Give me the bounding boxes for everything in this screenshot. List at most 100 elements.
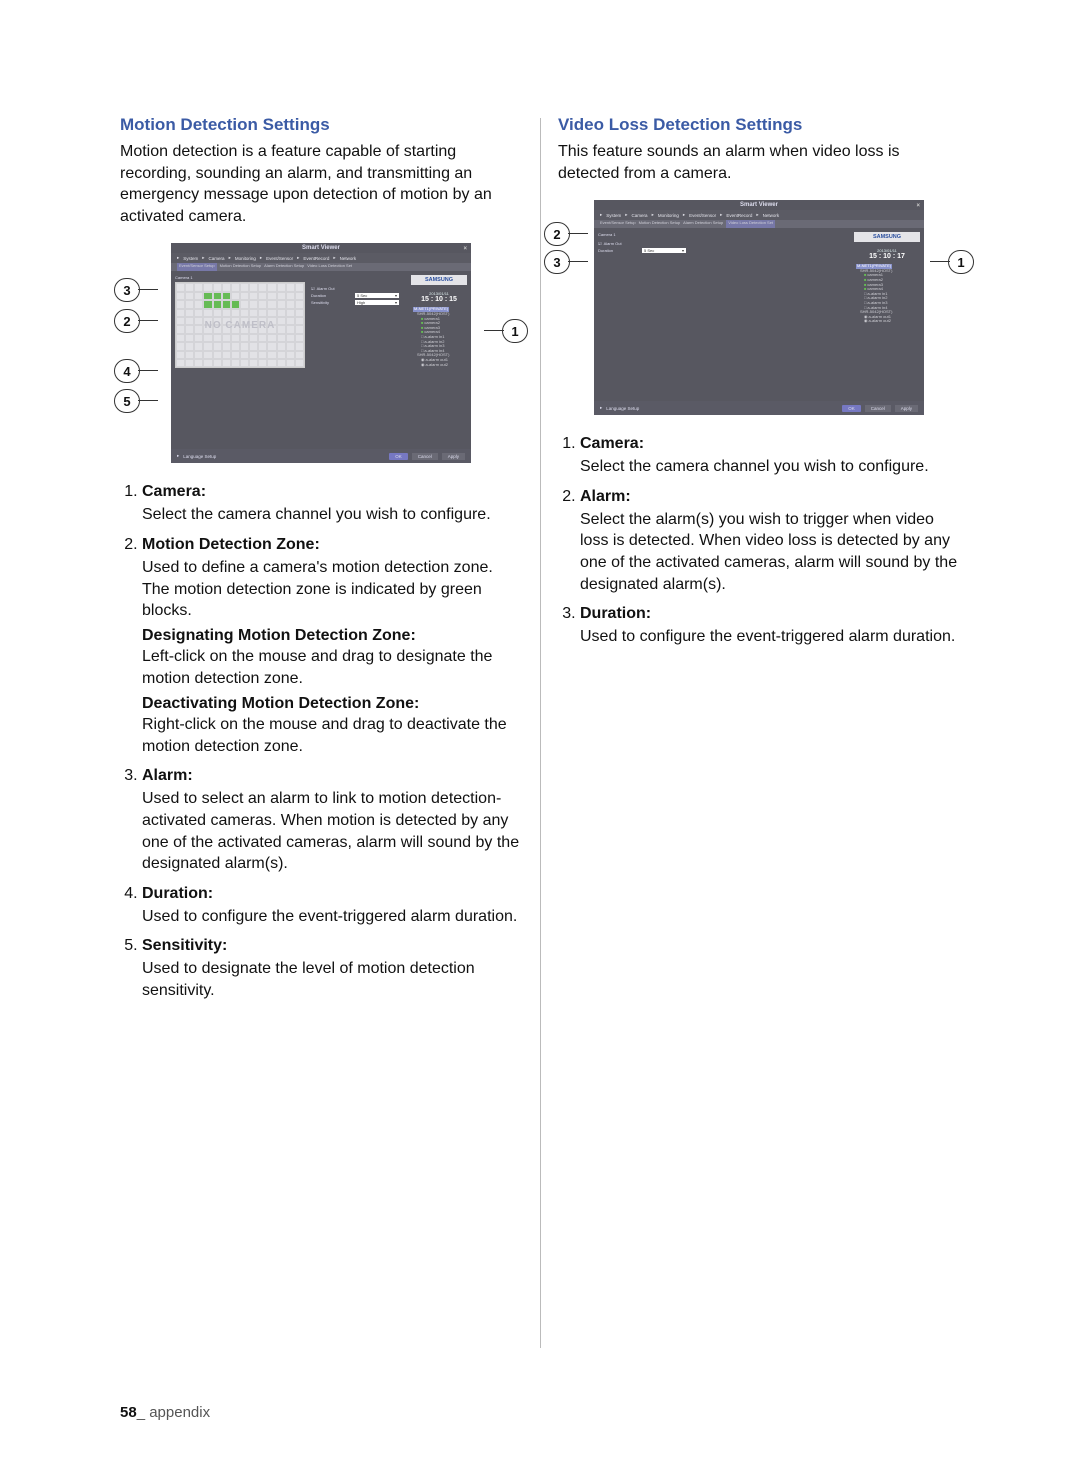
close-icon[interactable]: ×	[463, 244, 467, 254]
apply-button[interactable]: Apply	[442, 453, 465, 460]
duration-label: Duration	[311, 293, 351, 298]
tab-monitoring[interactable]: Monitoring	[235, 256, 256, 261]
def-camera: Camera Select the camera channel you wis…	[142, 483, 522, 526]
deactivating-zone-term: Deactivating Motion Detection Zone	[142, 693, 522, 715]
camera-label: Camera 1	[175, 275, 403, 280]
tab-system[interactable]: System	[183, 256, 198, 261]
sv-title-r: Smart Viewer	[740, 202, 778, 208]
def-camera-r: Camera Select the camera channel you wis…	[580, 435, 960, 478]
tab-network-r[interactable]: Network	[763, 213, 780, 218]
callout-2-right: 2	[544, 222, 570, 246]
callout-3-line	[138, 289, 158, 290]
videoloss-definitions-list: Camera Select the camera channel you wis…	[558, 435, 960, 648]
ok-button-r[interactable]: OK	[842, 405, 861, 412]
sv-footer-r: ▸ Language Setup OK Cancel Apply	[594, 401, 924, 415]
subtab-motion-r[interactable]: Motion Detection Setup	[639, 220, 681, 228]
callout-3-right: 3	[544, 250, 570, 274]
def-alarm: Alarm Used to select an alarm to link to…	[142, 767, 522, 874]
ok-button[interactable]: OK	[389, 453, 408, 460]
alarmout-checkbox[interactable]: Alarm Out	[311, 286, 351, 291]
tab-eventrecord-r[interactable]: EventRecord	[726, 213, 752, 218]
page-number: 58	[120, 1404, 137, 1421]
subtab-eventsensor-r[interactable]: Event/Sensor Setup	[600, 220, 636, 228]
callout-2-right-line	[568, 233, 588, 234]
sv-sub-tabs-r[interactable]: Event/Sensor Setup Motion Detection Setu…	[594, 220, 924, 228]
sv-body-r: Camera 1 Alarm Out Duration5 Sec▾ SAMSUN…	[594, 228, 924, 401]
callout-4: 4	[114, 359, 140, 383]
callout-5: 5	[114, 389, 140, 413]
device-tree[interactable]: M-NET1(PRIVATE) SHR-5042(HOST) camera1 c…	[411, 307, 467, 367]
sv-main-panel: Camera 1 /*placeholder*/	[171, 271, 407, 449]
video-loss-title: Video Loss Detection Settings	[558, 115, 960, 135]
sv-titlebar-r: Smart Viewer ×	[594, 200, 924, 210]
duration-select-r[interactable]: 5 Sec▾	[642, 248, 686, 253]
right-column: Video Loss Detection Settings This featu…	[558, 115, 960, 1011]
cancel-button[interactable]: Cancel	[412, 453, 438, 460]
video-loss-intro: This feature sounds an alarm when video …	[558, 141, 960, 184]
right-screenshot-wrapper: 2 3 1 Smart Viewer × ▸System ▸Camera ▸Mo…	[558, 200, 960, 415]
subtab-alarm-r[interactable]: Alarm Detection Setup	[683, 220, 723, 228]
tab-camera[interactable]: Camera	[209, 256, 225, 261]
left-column: Motion Detection Settings Motion detecti…	[120, 115, 522, 1011]
callout-1: 1	[502, 319, 528, 343]
sv-sub-tabs[interactable]: Event/Sensor Setup Motion Detection Setu…	[171, 263, 471, 271]
deactivating-zone-body: Right-click on the mouse and drag to dea…	[142, 716, 507, 755]
callout-1-right-line	[930, 261, 950, 262]
callout-3: 3	[114, 278, 140, 302]
sv-main-tabs-r[interactable]: ▸System ▸Camera ▸Monitoring ▸Event/Senso…	[594, 210, 924, 220]
apply-button-r[interactable]: Apply	[895, 405, 918, 412]
column-divider	[540, 118, 541, 1348]
camera-label-r: Camera 1	[598, 232, 846, 237]
tab-network[interactable]: Network	[340, 256, 357, 261]
samsung-logo-r: SAMSUNG	[854, 232, 920, 242]
tab-eventrecord[interactable]: EventRecord	[303, 256, 329, 261]
smart-viewer-screenshot-left: Smart Viewer × ▸ System ▸ Camera ▸ Monit…	[171, 243, 471, 463]
motion-definitions-list: Camera Select the camera channel you wis…	[120, 483, 522, 1001]
callout-5-line	[138, 400, 158, 401]
sv-main-tabs[interactable]: ▸ System ▸ Camera ▸ Monitoring ▸ Event/S…	[171, 253, 471, 263]
designating-zone-term: Designating Motion Detection Zone	[142, 625, 522, 647]
duration-select[interactable]: 5 Sec▾	[355, 293, 399, 298]
sv-sidebar: SAMSUNG 2013/01/11 15 : 10 : 15 M-NET1(P…	[407, 271, 471, 449]
sv-body: Camera 1 /*placeholder*/	[171, 271, 471, 449]
tab-system-r[interactable]: System	[606, 213, 621, 218]
tree-alarmout: a-alarm out2	[413, 363, 467, 368]
tree-alarmout: a-alarm out2	[856, 319, 920, 324]
sv-footer: ▸ Language Setup OK Cancel Apply	[171, 449, 471, 463]
subtab-motion[interactable]: Motion Detection Setup	[220, 263, 262, 271]
tab-eventsensor[interactable]: Event/Sensor	[266, 256, 293, 261]
sv-sidebar-r: SAMSUNG 2013/01/11 15 : 10 : 17 M-NET1(P…	[850, 228, 924, 401]
def-duration-r: Duration Used to configure the event-tri…	[580, 605, 960, 648]
sv-titlebar: Smart Viewer ×	[171, 243, 471, 253]
callout-2-line	[138, 320, 158, 321]
sensitivity-label: Sensitivity	[311, 300, 351, 305]
close-icon-r[interactable]: ×	[916, 201, 920, 211]
language-setup-link[interactable]: Language Setup	[183, 454, 216, 459]
sv-time: 15 : 10 : 15	[411, 296, 467, 303]
motion-zone-grid[interactable]: /*placeholder*/	[175, 282, 305, 368]
subtab-videoloss-r[interactable]: Video Loss Detection Set	[726, 220, 775, 228]
callout-4-line	[138, 370, 158, 371]
def-alarm-r: Alarm Select the alarm(s) you wish to tr…	[580, 488, 960, 595]
def-zone: Motion Detection Zone Used to define a c…	[142, 536, 522, 757]
callout-1-right: 1	[948, 250, 974, 274]
alarmout-checkbox-r[interactable]: Alarm Out	[598, 241, 638, 246]
language-setup-link-r[interactable]: Language Setup	[606, 406, 639, 411]
cancel-button-r[interactable]: Cancel	[865, 405, 891, 412]
left-screenshot-wrapper: 3 2 4 5 1 Smart Viewer × ▸ Syste	[120, 243, 522, 463]
tab-camera-r[interactable]: Camera	[632, 213, 648, 218]
page: Motion Detection Settings Motion detecti…	[0, 0, 1080, 1479]
subtab-alarm[interactable]: Alarm Detection Setup	[264, 263, 304, 271]
tab-monitoring-r[interactable]: Monitoring	[658, 213, 679, 218]
subtab-eventsensor[interactable]: Event/Sensor Setup	[177, 263, 217, 271]
designating-zone-body: Left-click on the mouse and drag to desi…	[142, 648, 492, 687]
callout-2: 2	[114, 309, 140, 333]
subtab-videoloss[interactable]: Video Loss Detection Set	[307, 263, 352, 271]
sv-main-panel-r: Camera 1 Alarm Out Duration5 Sec▾	[594, 228, 850, 401]
def-duration: Duration Used to configure the event-tri…	[142, 885, 522, 928]
sensitivity-select[interactable]: High▾	[355, 300, 399, 305]
def-sensitivity: Sensitivity Used to designate the level …	[142, 937, 522, 1001]
device-tree-r[interactable]: M-NET1(PRIVATE) SHR-5042(HOST) camera1 c…	[854, 264, 920, 324]
motion-detection-title: Motion Detection Settings	[120, 115, 522, 135]
tab-eventsensor-r[interactable]: Event/Sensor	[689, 213, 716, 218]
